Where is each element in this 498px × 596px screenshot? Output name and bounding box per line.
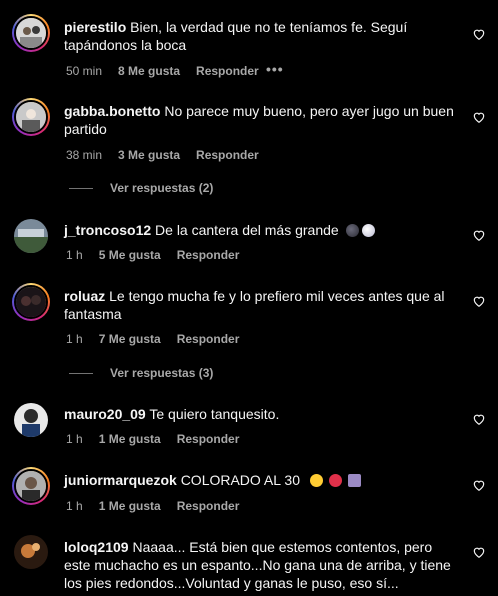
comment-meta: 1 h 1 Me gusta Responder (66, 432, 255, 446)
like-heart-icon[interactable] (472, 478, 486, 492)
comment-likes[interactable]: 1 Me gusta (99, 499, 161, 513)
comment-meta: 50 min 8 Me gusta Responder (66, 64, 275, 78)
reply-button[interactable]: Responder (177, 332, 240, 346)
comment-body: COLORADO AL 30 (180, 472, 300, 488)
reply-button[interactable]: Responder (177, 499, 240, 513)
comment-username[interactable]: gabba.bonetto (64, 103, 160, 119)
comment-text: loloq2109 Naaaa... Está bien que estemos… (64, 538, 454, 592)
like-heart-icon[interactable] (472, 228, 486, 242)
reply-button[interactable]: Responder (196, 64, 259, 78)
comment-meta: 1 h 1 Me gusta Responder (66, 499, 255, 513)
avatar[interactable] (12, 283, 50, 321)
avatar[interactable] (14, 535, 48, 569)
comment-username[interactable]: pierestilo (64, 19, 126, 35)
avatar[interactable] (12, 467, 50, 505)
like-heart-icon[interactable] (472, 545, 486, 559)
avatar[interactable] (12, 98, 50, 136)
comment-username[interactable]: juniormarquezok (64, 472, 177, 488)
like-heart-icon[interactable] (472, 294, 486, 308)
view-replies-button[interactable]: Ver respuestas (3) (69, 366, 213, 380)
comment-username[interactable]: roluaz (64, 288, 105, 304)
comment-time: 1 h (66, 432, 83, 446)
comment-time: 1 h (66, 332, 83, 346)
comment-likes[interactable]: 7 Me gusta (99, 332, 161, 346)
reply-button[interactable]: Responder (177, 432, 240, 446)
comment-text: roluaz Le tengo mucha fe y lo prefiero m… (64, 287, 454, 323)
comment-body: Le tengo mucha fe y lo prefiero mil vece… (64, 288, 445, 322)
calendar-emoji-icon (347, 474, 361, 487)
comment-meta: 1 h 7 Me gusta Responder (66, 332, 255, 346)
more-options-icon[interactable]: ••• (266, 61, 284, 77)
comment-meta: 38 min 3 Me gusta Responder (66, 148, 275, 162)
comment-text: j_troncoso12 De la cantera del más grand… (64, 221, 454, 239)
comment-text: gabba.bonetto No parece muy bueno, pero … (64, 102, 454, 138)
like-heart-icon[interactable] (472, 110, 486, 124)
replies-divider (69, 372, 93, 374)
comment-likes[interactable]: 8 Me gusta (118, 64, 180, 78)
comment-username[interactable]: j_troncoso12 (64, 222, 151, 238)
comment-meta: 1 h 5 Me gusta Responder (66, 248, 255, 262)
comment-time: 50 min (66, 64, 103, 78)
dark-moon-emoji-icon (345, 224, 359, 237)
comment-likes[interactable]: 3 Me gusta (118, 148, 180, 162)
avatar[interactable] (14, 219, 48, 253)
replies-divider (69, 187, 93, 189)
avatar[interactable] (14, 403, 48, 437)
comment-username[interactable]: loloq2109 (64, 539, 129, 555)
comment-text: pierestilo Bien, la verdad que no te ten… (64, 18, 454, 54)
view-replies-button[interactable]: Ver respuestas (2) (69, 181, 213, 195)
comment-time: 38 min (66, 148, 103, 162)
red-circle-emoji-icon (328, 474, 342, 487)
star-struck-emoji-icon (309, 474, 323, 487)
reply-button[interactable]: Responder (196, 148, 259, 162)
like-heart-icon[interactable] (472, 412, 486, 426)
like-heart-icon[interactable] (472, 27, 486, 41)
comment-time: 1 h (66, 248, 83, 262)
comment-body: De la cantera del más grande (155, 222, 339, 238)
comment-body: Te quiero tanquesito. (149, 406, 280, 422)
comment-text: juniormarquezok COLORADO AL 30 (64, 471, 454, 489)
comment-time: 1 h (66, 499, 83, 513)
comment-username[interactable]: mauro20_09 (64, 406, 146, 422)
reply-button[interactable]: Responder (177, 248, 240, 262)
light-moon-emoji-icon (361, 224, 375, 237)
comment-likes[interactable]: 5 Me gusta (99, 248, 161, 262)
comment-likes[interactable]: 1 Me gusta (99, 432, 161, 446)
avatar[interactable] (12, 14, 50, 52)
comment-text: mauro20_09 Te quiero tanquesito. (64, 405, 454, 423)
